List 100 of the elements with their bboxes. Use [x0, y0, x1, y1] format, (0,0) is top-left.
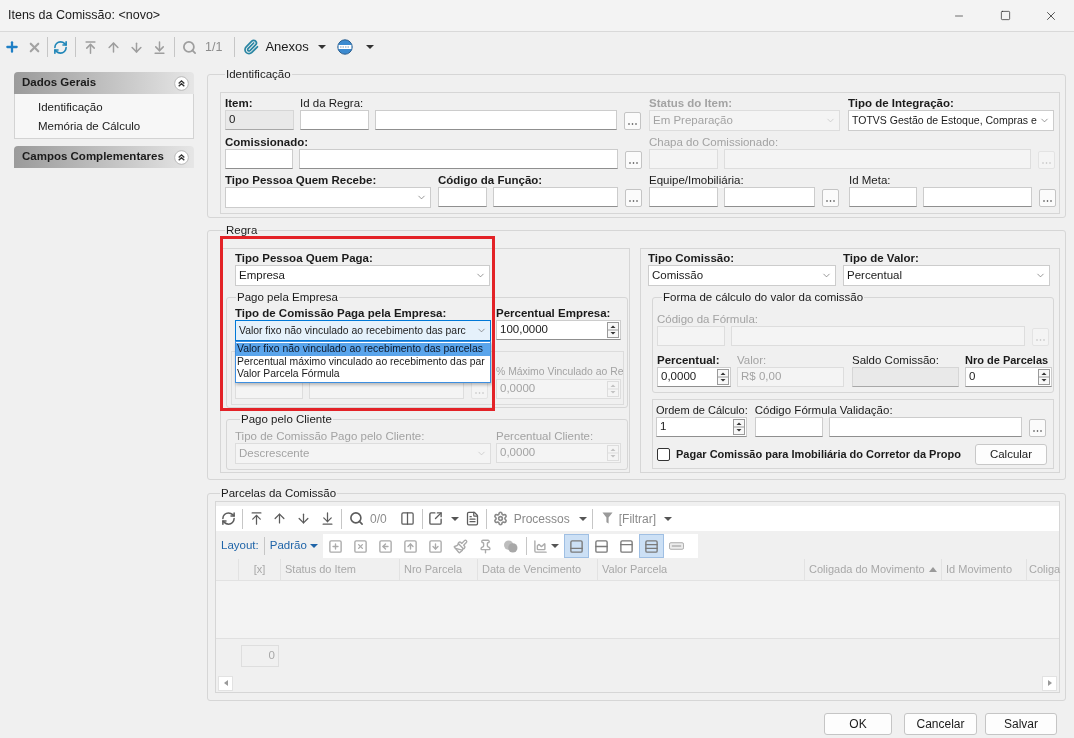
field-label: Tipo de Integração: — [848, 96, 955, 110]
input-field[interactable] — [849, 187, 917, 207]
spin-field[interactable]: 1 — [656, 417, 747, 437]
up-down-arrows-icon — [1038, 369, 1050, 385]
paintbrush-icon — [452, 538, 468, 554]
layout-dropdown[interactable]: Padrão — [269, 535, 318, 557]
processes-button[interactable]: Processos — [490, 507, 587, 530]
record-counter: 1/1 — [205, 38, 223, 56]
dropdown-option[interactable]: Valor Parcela Fórmula — [236, 368, 490, 381]
disc-icon — [336, 39, 353, 55]
input-field[interactable] — [375, 110, 617, 130]
field-label: Percentual Empresa: — [496, 306, 612, 320]
sidebar-item[interactable]: Identificação — [38, 99, 193, 115]
lookup-button[interactable] — [625, 151, 642, 169]
checkbox[interactable] — [657, 448, 670, 461]
field-label: Tipo Comissão: — [648, 251, 736, 265]
field-label: Código da Função: — [438, 173, 544, 187]
input-field[interactable] — [923, 187, 1032, 207]
caret-down-icon — [317, 45, 326, 49]
view-toggle[interactable] — [638, 534, 664, 558]
input-field[interactable] — [493, 187, 618, 207]
area-chart-icon — [532, 538, 548, 554]
dialog-button[interactable]: Salvar — [985, 713, 1057, 735]
arrow-up-to-line-icon — [83, 39, 98, 55]
paperclip-icon — [243, 39, 260, 55]
lookup-button[interactable] — [1028, 419, 1046, 437]
input-field[interactable] — [724, 187, 815, 207]
spin-field[interactable]: 100,0000 — [496, 320, 621, 340]
caret-down-icon — [365, 45, 374, 49]
export-icon — [427, 511, 443, 526]
layout-label: Layout: — [221, 538, 259, 554]
input-field[interactable] — [438, 187, 487, 207]
scroll-left-button[interactable] — [218, 675, 233, 691]
pin-icon — [477, 538, 493, 554]
calculate-button[interactable]: Calcular — [975, 444, 1047, 465]
dialog-button[interactable]: Cancelar — [904, 713, 977, 735]
field-label: Percentual: — [657, 353, 721, 367]
attachments-button[interactable]: Anexos — [243, 35, 326, 59]
triangle-right-icon — [1047, 680, 1052, 686]
lookup-button[interactable] — [625, 189, 642, 207]
view-toggle[interactable] — [563, 534, 589, 558]
section-header[interactable]: Campos Complementares — [14, 146, 194, 168]
maximize-icon — [999, 10, 1011, 21]
caret-down-icon — [309, 544, 318, 548]
field-label: Ordem de Cálculo: — [656, 403, 748, 417]
arrow-down-icon — [295, 511, 311, 526]
dropdown-field[interactable] — [225, 187, 431, 208]
group-title: Regra — [225, 223, 259, 237]
group-title: Identificação — [225, 67, 292, 81]
group-title: Pago pelo Cliente — [240, 412, 333, 426]
arrow-down-icon — [129, 39, 144, 55]
dropdown-field[interactable]: Comissão — [648, 265, 836, 286]
input-field[interactable] — [299, 149, 618, 169]
lookup-button[interactable] — [822, 189, 839, 207]
lookup-button[interactable] — [624, 112, 641, 130]
section-header[interactable]: Dados Gerais — [14, 72, 194, 94]
dropdown-field[interactable]: Valor fixo não vinculado ao recebimento das parc — [235, 320, 491, 341]
readonly-field: R$ 0,00 — [737, 367, 844, 387]
panel-top-icon — [618, 538, 634, 554]
readonly-field: 0 — [225, 110, 294, 130]
x-square-icon — [352, 538, 368, 554]
field-label: Id Meta: — [849, 173, 892, 187]
lookup-button[interactable] — [1039, 189, 1056, 207]
input-field[interactable] — [754, 417, 823, 437]
spin-field[interactable]: 0,0000 — [657, 367, 731, 387]
input-field[interactable] — [300, 110, 369, 130]
field-label: Código da Fórmula: — [657, 312, 759, 326]
sidebar-item[interactable]: Memória de Cálculo — [38, 118, 193, 134]
spin-field[interactable]: 0 — [965, 367, 1052, 387]
plus-square-icon — [327, 538, 343, 554]
rows-icon — [593, 538, 609, 554]
arrow-down-to-line-icon — [152, 39, 167, 55]
field-label: Tipo de Valor: — [843, 251, 920, 265]
columns-icon — [400, 511, 416, 526]
field-label: Saldo Comissão: — [852, 353, 940, 367]
input-field[interactable] — [649, 187, 718, 207]
up-down-arrows-icon — [607, 322, 619, 338]
scroll-right-button[interactable] — [1042, 675, 1057, 691]
field-label: % Máximo Vinculado ao Re — [496, 365, 624, 379]
record-counter: 0/0 — [370, 510, 387, 528]
plus-icon — [3, 39, 20, 55]
dropdown-field[interactable]: Percentual — [843, 265, 1050, 286]
field-label: Id da Regra: — [300, 96, 365, 110]
document-icon — [465, 511, 481, 526]
dropdown-option[interactable]: Valor fixo não vinculado ao recebimento das parcelas — [236, 343, 490, 356]
caret-down-icon — [550, 544, 559, 548]
dropdown-field[interactable]: TOTVS Gestão de Estoque, Compras e — [848, 110, 1054, 131]
dialog-button[interactable]: OK — [824, 713, 892, 735]
group-title: Forma de cálculo do valor da comissão — [662, 290, 865, 304]
field-label: Tipo de Comissão Pago pelo Cliente: — [235, 429, 426, 443]
input-field[interactable] — [828, 417, 1022, 437]
label-tag-icon — [669, 542, 685, 550]
input-field[interactable] — [225, 149, 293, 169]
checkbox-label: Pagar Comissão para Imobiliária do Corretor da Propo — [676, 447, 961, 463]
window-title: Itens da Comissão: <novo> — [8, 7, 162, 25]
filter-button[interactable]: [Filtrar] — [597, 507, 673, 530]
arrow-up-square-icon — [402, 538, 418, 554]
dropdown-field[interactable]: Empresa — [235, 265, 490, 286]
field-label: Tipo Pessoa Quem Paga: — [235, 251, 374, 265]
field-label: Valor: — [737, 353, 768, 367]
